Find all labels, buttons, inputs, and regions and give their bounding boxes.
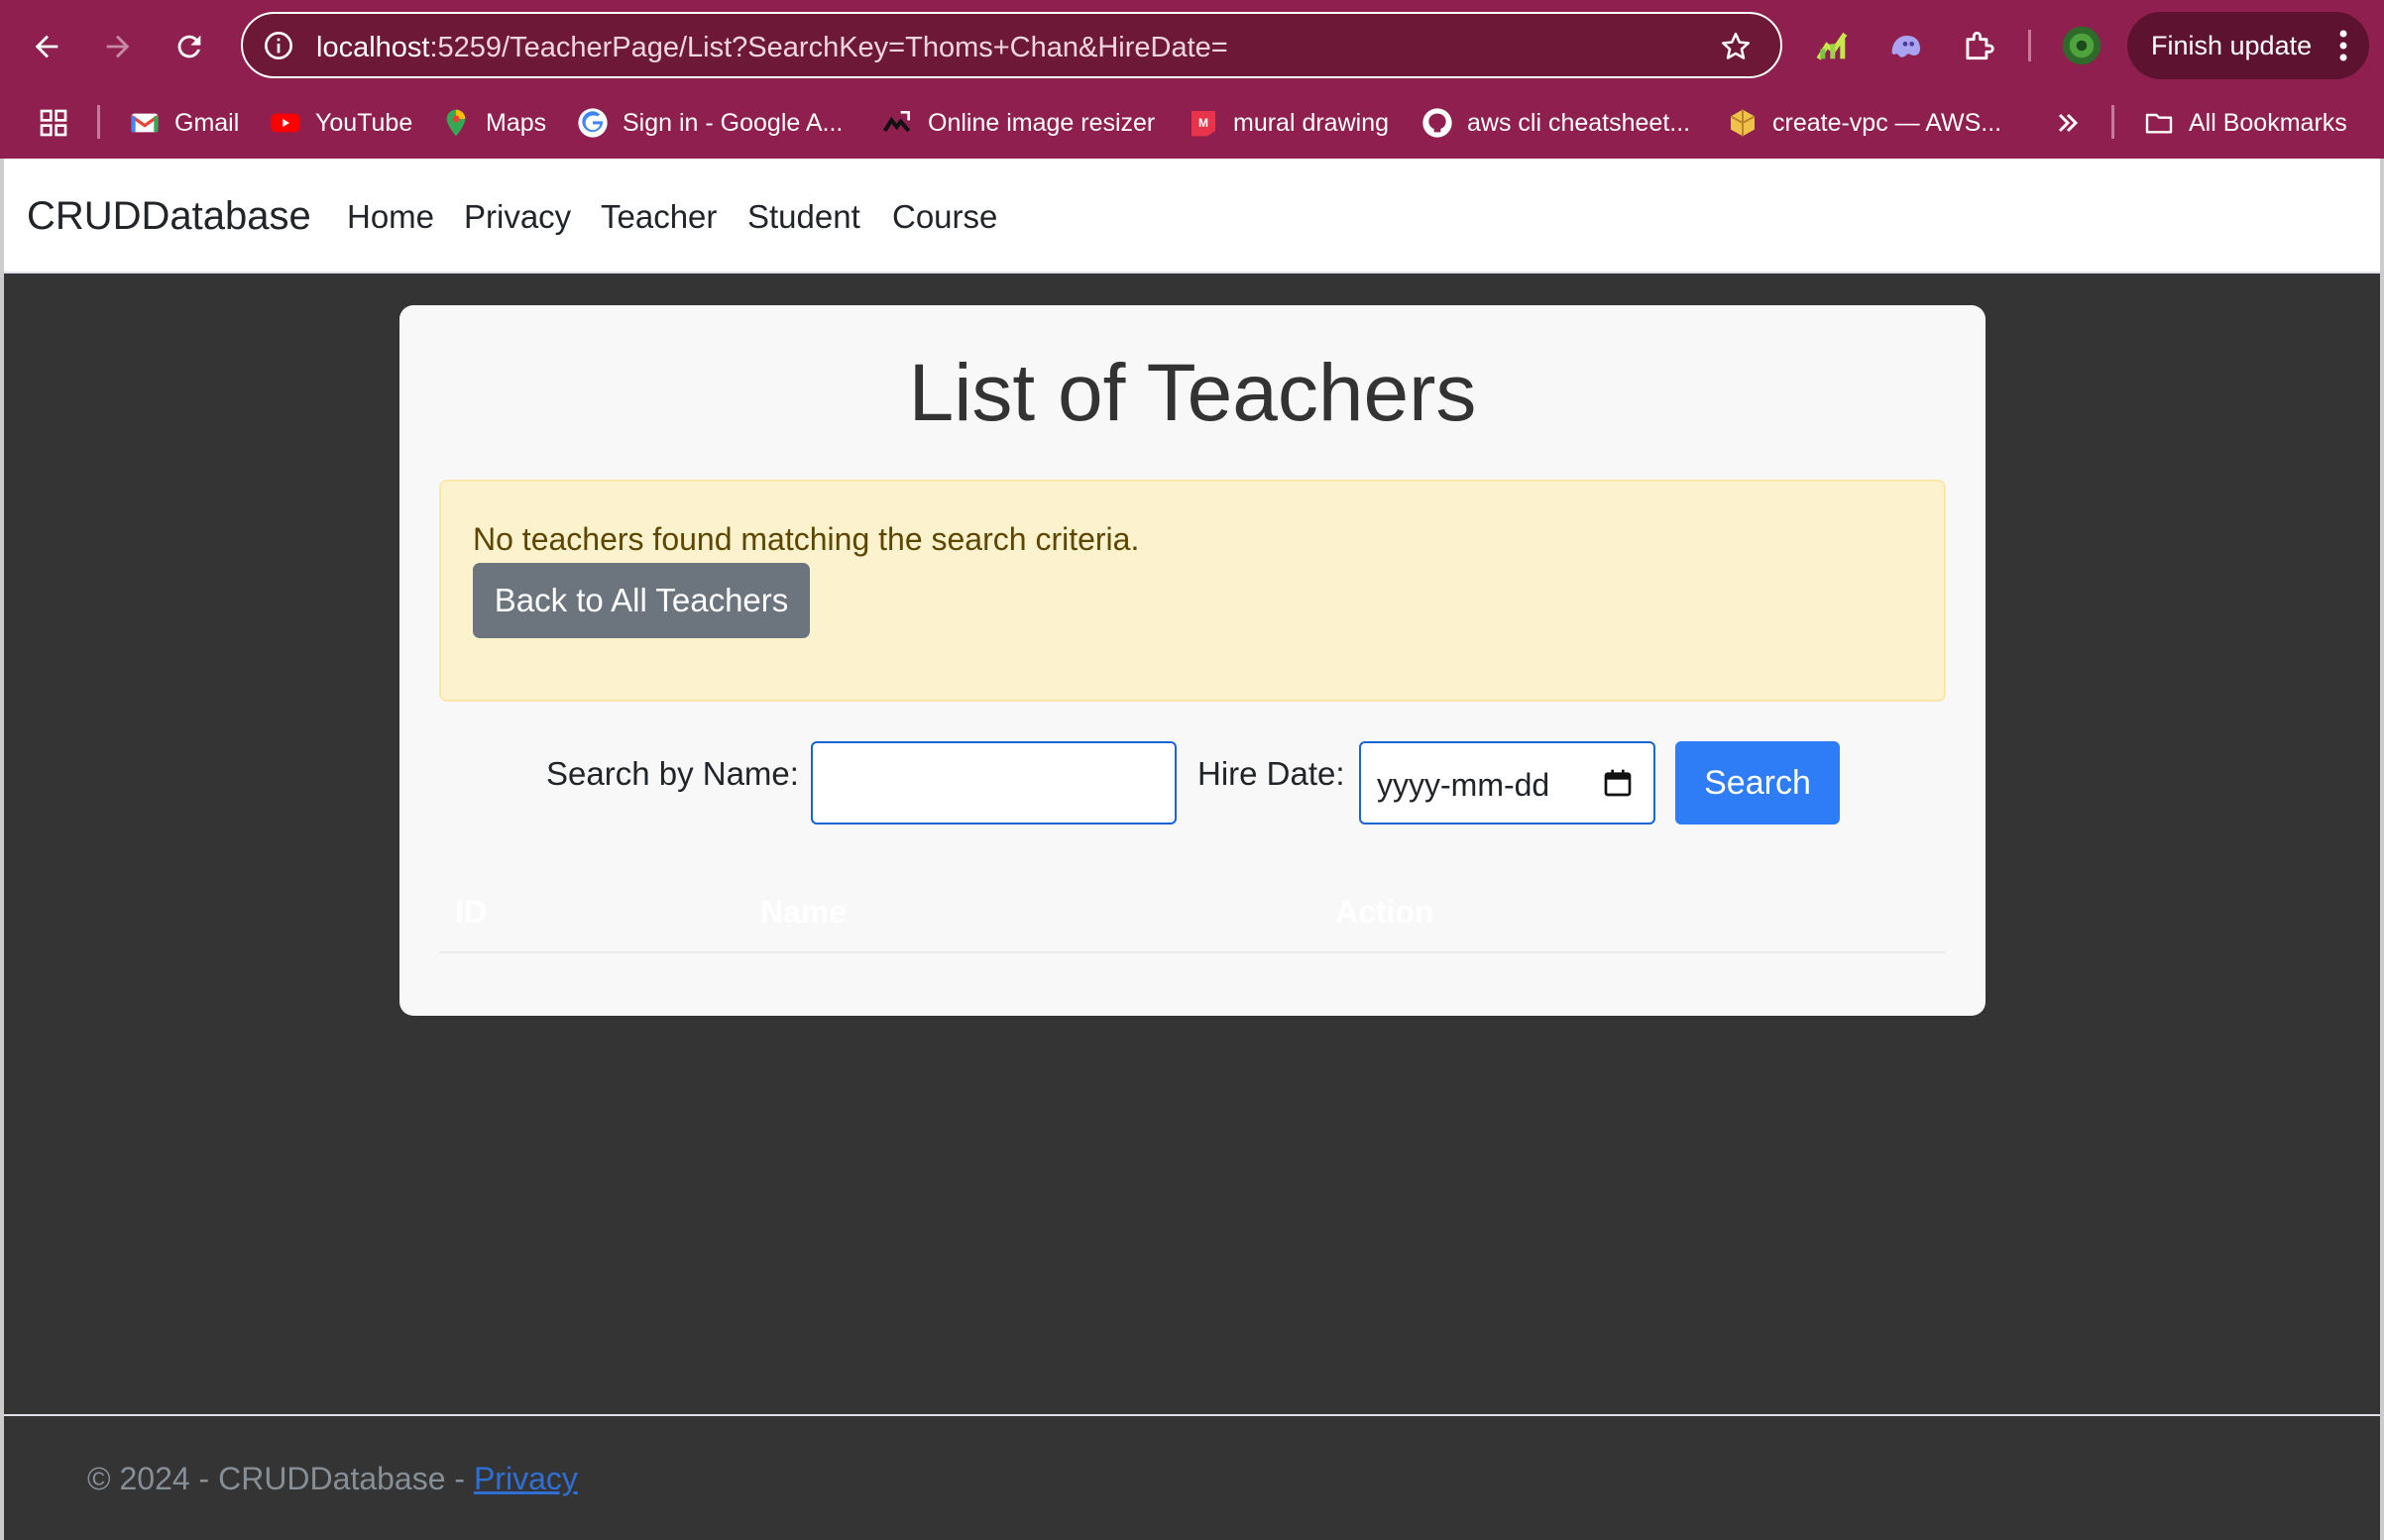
- search-name-input[interactable]: [811, 741, 1177, 825]
- reload-button[interactable]: [165, 22, 214, 71]
- search-by-name-label: Search by Name:: [546, 755, 799, 792]
- resizer-icon: [882, 111, 911, 133]
- bookmarks-divider: [97, 105, 100, 139]
- back-to-all-teachers-button[interactable]: Back to All Teachers: [473, 563, 810, 638]
- bookmark-star-icon[interactable]: [1719, 30, 1753, 63]
- profile-avatar-icon[interactable]: [2060, 24, 2103, 67]
- site-footer: © 2024 - CRUDDatabase - Privacy: [87, 1461, 578, 1497]
- ghost-extension-icon[interactable]: [1883, 24, 1927, 67]
- hire-date-placeholder: yyyy-mm-dd: [1377, 767, 1550, 803]
- finish-update-button[interactable]: Finish update: [2127, 12, 2369, 79]
- nav-link-privacy[interactable]: Privacy: [464, 198, 571, 236]
- more-vertical-icon: [2339, 30, 2347, 61]
- alert-message: No teachers found matching the search cr…: [473, 521, 1140, 557]
- browser-chrome: localhost:5259/TeacherPage/List?SearchKe…: [0, 0, 2384, 159]
- browser-toolbar: localhost:5259/TeacherPage/List?SearchKe…: [0, 0, 2384, 91]
- bookmark-label: create-vpc — AWS...: [1772, 108, 2002, 137]
- nav-link-student[interactable]: Student: [747, 198, 860, 236]
- footer-copyright: © 2024 - CRUDDatabase -: [87, 1461, 474, 1496]
- arrow-right-icon: [106, 35, 130, 58]
- bookmark-label: Maps: [486, 108, 547, 137]
- bookmarks-divider: [2111, 105, 2114, 139]
- bookmark-google-signin[interactable]: Sign in - Google A...: [577, 103, 843, 143]
- calendar-icon[interactable]: [1602, 767, 1634, 799]
- teachers-table: ID Name Action: [439, 880, 1946, 953]
- table-header-action: Action: [1335, 894, 1434, 930]
- more-bookmarks-button[interactable]: [2052, 103, 2098, 143]
- nav-link-course[interactable]: Course: [892, 198, 997, 236]
- google-icon: [578, 108, 608, 138]
- address-bar[interactable]: localhost:5259/TeacherPage/List?SearchKe…: [241, 12, 1782, 78]
- footer-divider: [4, 1414, 2380, 1416]
- back-button[interactable]: [22, 22, 71, 71]
- double-chevron-right-icon: [2058, 113, 2079, 133]
- no-results-alert: No teachers found matching the search cr…: [439, 480, 1946, 702]
- bookmark-image-resizer[interactable]: Online image resizer: [882, 103, 1155, 143]
- site-info-icon[interactable]: [263, 30, 294, 61]
- arrow-left-icon: [35, 35, 58, 58]
- bookmark-label: Online image resizer: [928, 108, 1156, 137]
- bookmark-maps[interactable]: Maps: [440, 103, 546, 143]
- bookmark-create-vpc[interactable]: create-vpc — AWS...: [1727, 103, 2001, 143]
- window-edge-left: [0, 159, 4, 1540]
- navbar-brand[interactable]: CRUDDatabase: [27, 194, 311, 239]
- finish-update-label: Finish update: [2151, 30, 2313, 60]
- table-header-id[interactable]: ID: [455, 894, 487, 931]
- extensions-puzzle-icon[interactable]: [1957, 24, 2000, 67]
- url-text: localhost:5259/TeacherPage/List?SearchKe…: [316, 32, 1228, 63]
- apps-grid-icon: [40, 109, 67, 137]
- reload-icon: [177, 35, 201, 58]
- bookmark-label: mural drawing: [1233, 108, 1390, 137]
- footer-privacy-link[interactable]: Privacy: [474, 1461, 578, 1496]
- search-button[interactable]: Search: [1675, 741, 1840, 825]
- bookmark-label: aws cli cheatsheet...: [1467, 108, 1691, 137]
- chart-extension-icon[interactable]: [1810, 24, 1854, 67]
- bookmark-label: YouTube: [315, 108, 413, 137]
- folder-icon: [2145, 113, 2173, 134]
- svg-text:M: M: [1198, 116, 1208, 130]
- toolbar-divider: [2028, 30, 2031, 61]
- nav-link-home[interactable]: Home: [347, 198, 434, 236]
- window-edge-right: [2380, 159, 2384, 1540]
- teacher-list-card: List of Teachers No teachers found match…: [399, 305, 1986, 1016]
- bookmark-youtube[interactable]: YouTube: [270, 103, 412, 143]
- table-header-name[interactable]: Name: [760, 894, 847, 931]
- bookmark-label: Sign in - Google A...: [623, 108, 844, 137]
- all-bookmarks-label: All Bookmarks: [2189, 108, 2347, 137]
- all-bookmarks-button[interactable]: All Bookmarks: [2143, 103, 2347, 143]
- apps-grid-button[interactable]: [38, 103, 83, 143]
- bookmark-mural[interactable]: M mural drawing: [1188, 103, 1389, 143]
- nav-link-teacher[interactable]: Teacher: [601, 198, 717, 236]
- bookmark-label: Gmail: [174, 108, 240, 137]
- search-form: Search by Name: Hire Date: yyyy-mm-dd Se…: [399, 741, 1986, 830]
- site-navbar: CRUDDatabase Home Privacy Teacher Studen…: [4, 159, 2380, 274]
- bookmark-gmail[interactable]: Gmail: [129, 103, 239, 143]
- forward-button[interactable]: [93, 22, 143, 71]
- gmail-icon: [130, 113, 160, 133]
- bookmark-aws-cli[interactable]: aws cli cheatsheet...: [1421, 103, 1690, 143]
- hire-date-input[interactable]: yyyy-mm-dd: [1359, 741, 1655, 825]
- page-title: List of Teachers: [908, 348, 1477, 438]
- youtube-icon: [271, 113, 300, 133]
- bookmarks-bar: Gmail YouTube Maps Sign in - Google A...…: [0, 91, 2384, 159]
- maps-icon: [446, 109, 466, 137]
- mural-icon: M: [1192, 111, 1215, 137]
- github-icon: [1422, 108, 1452, 138]
- aws-icon: [1730, 109, 1756, 137]
- hire-date-label: Hire Date:: [1197, 755, 1345, 792]
